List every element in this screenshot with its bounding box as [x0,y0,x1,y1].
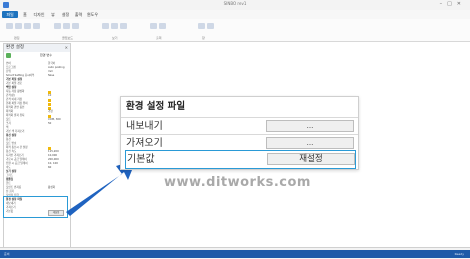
export-browse-button[interactable]: ... [266,120,354,132]
watermark: www.ditworks.com [164,175,311,190]
status-bar: 준비 Ready [0,250,470,258]
callout-row-export: 내보내기 ... [121,117,358,135]
status-right: Ready [454,252,464,256]
export-label: 내보내기 [126,121,163,132]
status-left: 준비 [4,252,10,256]
callout-title: 환경 설정 파일 [126,101,186,112]
import-browse-button[interactable]: ... [266,137,354,149]
reset-button-large[interactable]: 재설정 [267,153,355,165]
zoom-callout: 환경 설정 파일 내보내기 ... 가져오기 ... 기본값 재설정 [120,96,359,170]
callout-row-default: 기본값 재설정 [125,150,356,169]
default-label: 기본값 [127,154,155,165]
